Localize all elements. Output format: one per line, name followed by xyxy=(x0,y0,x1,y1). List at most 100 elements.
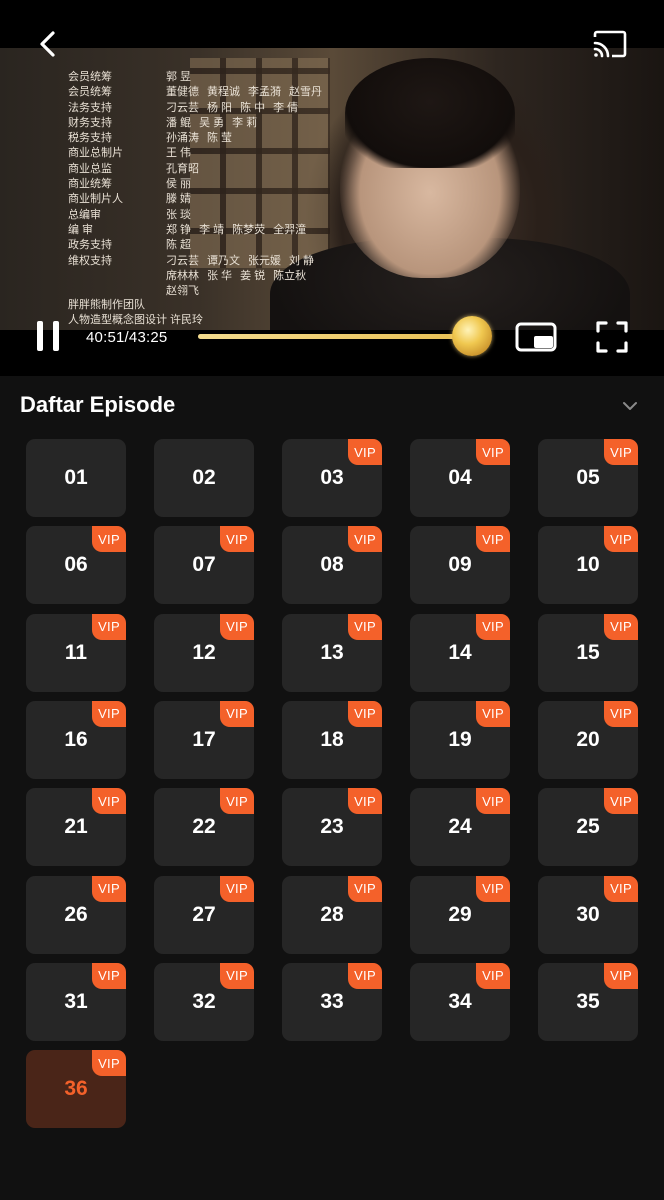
episode-tile-24[interactable]: 24 VIP xyxy=(410,788,510,867)
episode-list-section: Daftar Episode 01 02 03 VIP 04 VIP 05 VIP 06 VIP 0… xyxy=(0,376,664,1200)
credit-name: 刁云芸 xyxy=(166,101,199,114)
vip-badge: VIP xyxy=(92,788,126,815)
credit-role xyxy=(68,269,166,284)
episode-number: 06 xyxy=(64,553,88,577)
vip-badge: VIP xyxy=(476,875,510,902)
episode-tile-23[interactable]: 23 VIP xyxy=(282,788,382,867)
episode-tile-34[interactable]: 34 VIP xyxy=(410,962,510,1041)
episode-number: 20 xyxy=(576,727,600,751)
actor-hair xyxy=(345,58,515,168)
vip-badge: VIP xyxy=(476,962,510,989)
episode-tile-26[interactable]: 26 VIP xyxy=(26,875,126,954)
episode-tile-08[interactable]: 08 VIP xyxy=(282,526,382,605)
video-player[interactable]: 会员统筹郭 昱会员统筹 董健德 黄程诚 李孟漪 赵雪丹 法务支持 刁云芸杨 阳陈 中李 倩财… xyxy=(0,0,664,376)
episode-tile-02[interactable]: 02 xyxy=(154,439,254,517)
episode-tile-04[interactable]: 04 VIP xyxy=(410,439,510,517)
vip-badge: VIP xyxy=(604,613,638,640)
credit-row: 会员统筹 郭 昱 xyxy=(68,70,330,85)
credit-name: 孔育昭 xyxy=(166,162,199,175)
vip-badge: VIP xyxy=(604,439,638,465)
episode-tile-36[interactable]: 36 VIP xyxy=(26,1050,126,1129)
vip-badge: VIP xyxy=(348,439,382,465)
episode-tile-33[interactable]: 33 VIP xyxy=(282,962,382,1041)
cast-button[interactable] xyxy=(588,26,632,62)
credit-name: 陈 莹 xyxy=(207,132,233,145)
vip-badge: VIP xyxy=(604,788,638,815)
episode-tile-09[interactable]: 09 VIP xyxy=(410,526,510,605)
pause-button[interactable] xyxy=(28,316,68,356)
credit-role: 商业总制片 xyxy=(68,147,123,160)
fullscreen-button[interactable] xyxy=(592,318,632,356)
credit-row: 商业制片人 滕 婧 xyxy=(68,192,330,207)
episode-tile-18[interactable]: 18 VIP xyxy=(282,700,382,779)
episode-number: 01 xyxy=(64,466,88,489)
episode-number: 10 xyxy=(576,553,600,577)
episode-tile-25[interactable]: 25 VIP xyxy=(538,788,638,867)
episode-tile-12[interactable]: 12 VIP xyxy=(154,613,254,692)
credit-row: 财务支持 潘 鲲吴 勇李 莉 xyxy=(68,116,330,131)
episode-tile-01[interactable]: 01 xyxy=(26,439,126,517)
episode-tile-16[interactable]: 16 VIP xyxy=(26,700,126,779)
credit-name: 谭乃文 xyxy=(207,254,240,267)
episode-tile-10[interactable]: 10 VIP xyxy=(538,526,638,605)
credit-row: 政务支持 陈 超 xyxy=(68,238,330,253)
credit-role: 商业总监 xyxy=(68,162,112,175)
credit-name: 董健德 xyxy=(166,86,199,99)
progress-bar[interactable] xyxy=(198,334,480,339)
credit-name: 张 华 xyxy=(207,269,233,282)
credit-role: 税务支持 xyxy=(68,132,112,145)
credits-footer-line: 人物造型概念图设计 许民玲 xyxy=(68,314,204,326)
episode-number: 36 xyxy=(64,1077,88,1101)
credit-row: 维权支持 刁云芸 谭乃文 张元媛刘 静 xyxy=(68,254,330,269)
episode-tile-20[interactable]: 20 VIP xyxy=(538,700,638,779)
credit-name: 席林林 xyxy=(166,269,199,282)
episode-list-title: Daftar Episode xyxy=(20,392,176,417)
progress-thumb-coin-icon[interactable] xyxy=(452,316,492,356)
episode-tile-31[interactable]: 31 VIP xyxy=(26,962,126,1041)
credit-name: 李 莉 xyxy=(232,116,258,129)
credit-name: 姜 锐 xyxy=(240,269,266,282)
episode-tile-06[interactable]: 06 VIP xyxy=(26,526,126,605)
credit-name: 李 靖 xyxy=(199,223,225,236)
progress-fill xyxy=(198,334,464,339)
credit-name: 孙涌涛 xyxy=(166,132,199,145)
episode-tile-11[interactable]: 11 VIP xyxy=(26,613,126,692)
episode-tile-17[interactable]: 17 VIP xyxy=(154,700,254,779)
episode-number: 03 xyxy=(320,466,344,489)
episode-number: 33 xyxy=(320,989,344,1013)
episode-tile-19[interactable]: 19 VIP xyxy=(410,700,510,779)
credit-row: 席林林张 华姜 锐陈立秋 xyxy=(68,269,330,284)
episode-number: 13 xyxy=(320,640,344,664)
episode-number: 05 xyxy=(576,466,600,489)
episode-tile-29[interactable]: 29 VIP xyxy=(410,875,510,954)
episode-tile-14[interactable]: 14 VIP xyxy=(410,613,510,692)
back-button[interactable] xyxy=(30,26,66,62)
episode-tile-05[interactable]: 05 VIP xyxy=(538,439,638,517)
credit-name: 李 倩 xyxy=(273,101,299,114)
episode-tile-21[interactable]: 21 VIP xyxy=(26,788,126,867)
vip-badge: VIP xyxy=(348,613,382,640)
vip-badge: VIP xyxy=(220,962,254,989)
vip-badge: VIP xyxy=(92,700,126,727)
picture-in-picture-button[interactable] xyxy=(512,318,560,356)
episode-tile-15[interactable]: 15 VIP xyxy=(538,613,638,692)
playback-time: 40:51/43:25 xyxy=(86,329,168,346)
credits-footer: 胖胖熊制作团队 人物造型概念图设计 许民玲 xyxy=(68,298,203,328)
episode-tile-30[interactable]: 30 VIP xyxy=(538,875,638,954)
episode-number: 09 xyxy=(448,553,472,577)
vip-badge: VIP xyxy=(476,526,510,553)
vip-badge: VIP xyxy=(92,1050,126,1077)
episode-number: 35 xyxy=(576,989,600,1013)
pause-icon xyxy=(37,321,59,351)
episode-tile-22[interactable]: 22 VIP xyxy=(154,788,254,867)
credit-name: 陈立秋 xyxy=(273,269,307,282)
collapse-episodes-button[interactable] xyxy=(618,394,642,418)
episode-tile-13[interactable]: 13 VIP xyxy=(282,613,382,692)
episode-tile-32[interactable]: 32 VIP xyxy=(154,962,254,1041)
episode-tile-07[interactable]: 07 VIP xyxy=(154,526,254,605)
credit-role: 财务支持 xyxy=(68,116,112,129)
episode-tile-28[interactable]: 28 VIP xyxy=(282,875,382,954)
episode-tile-27[interactable]: 27 VIP xyxy=(154,875,254,954)
episode-tile-35[interactable]: 35 VIP xyxy=(538,962,638,1041)
episode-tile-03[interactable]: 03 VIP xyxy=(282,439,382,517)
